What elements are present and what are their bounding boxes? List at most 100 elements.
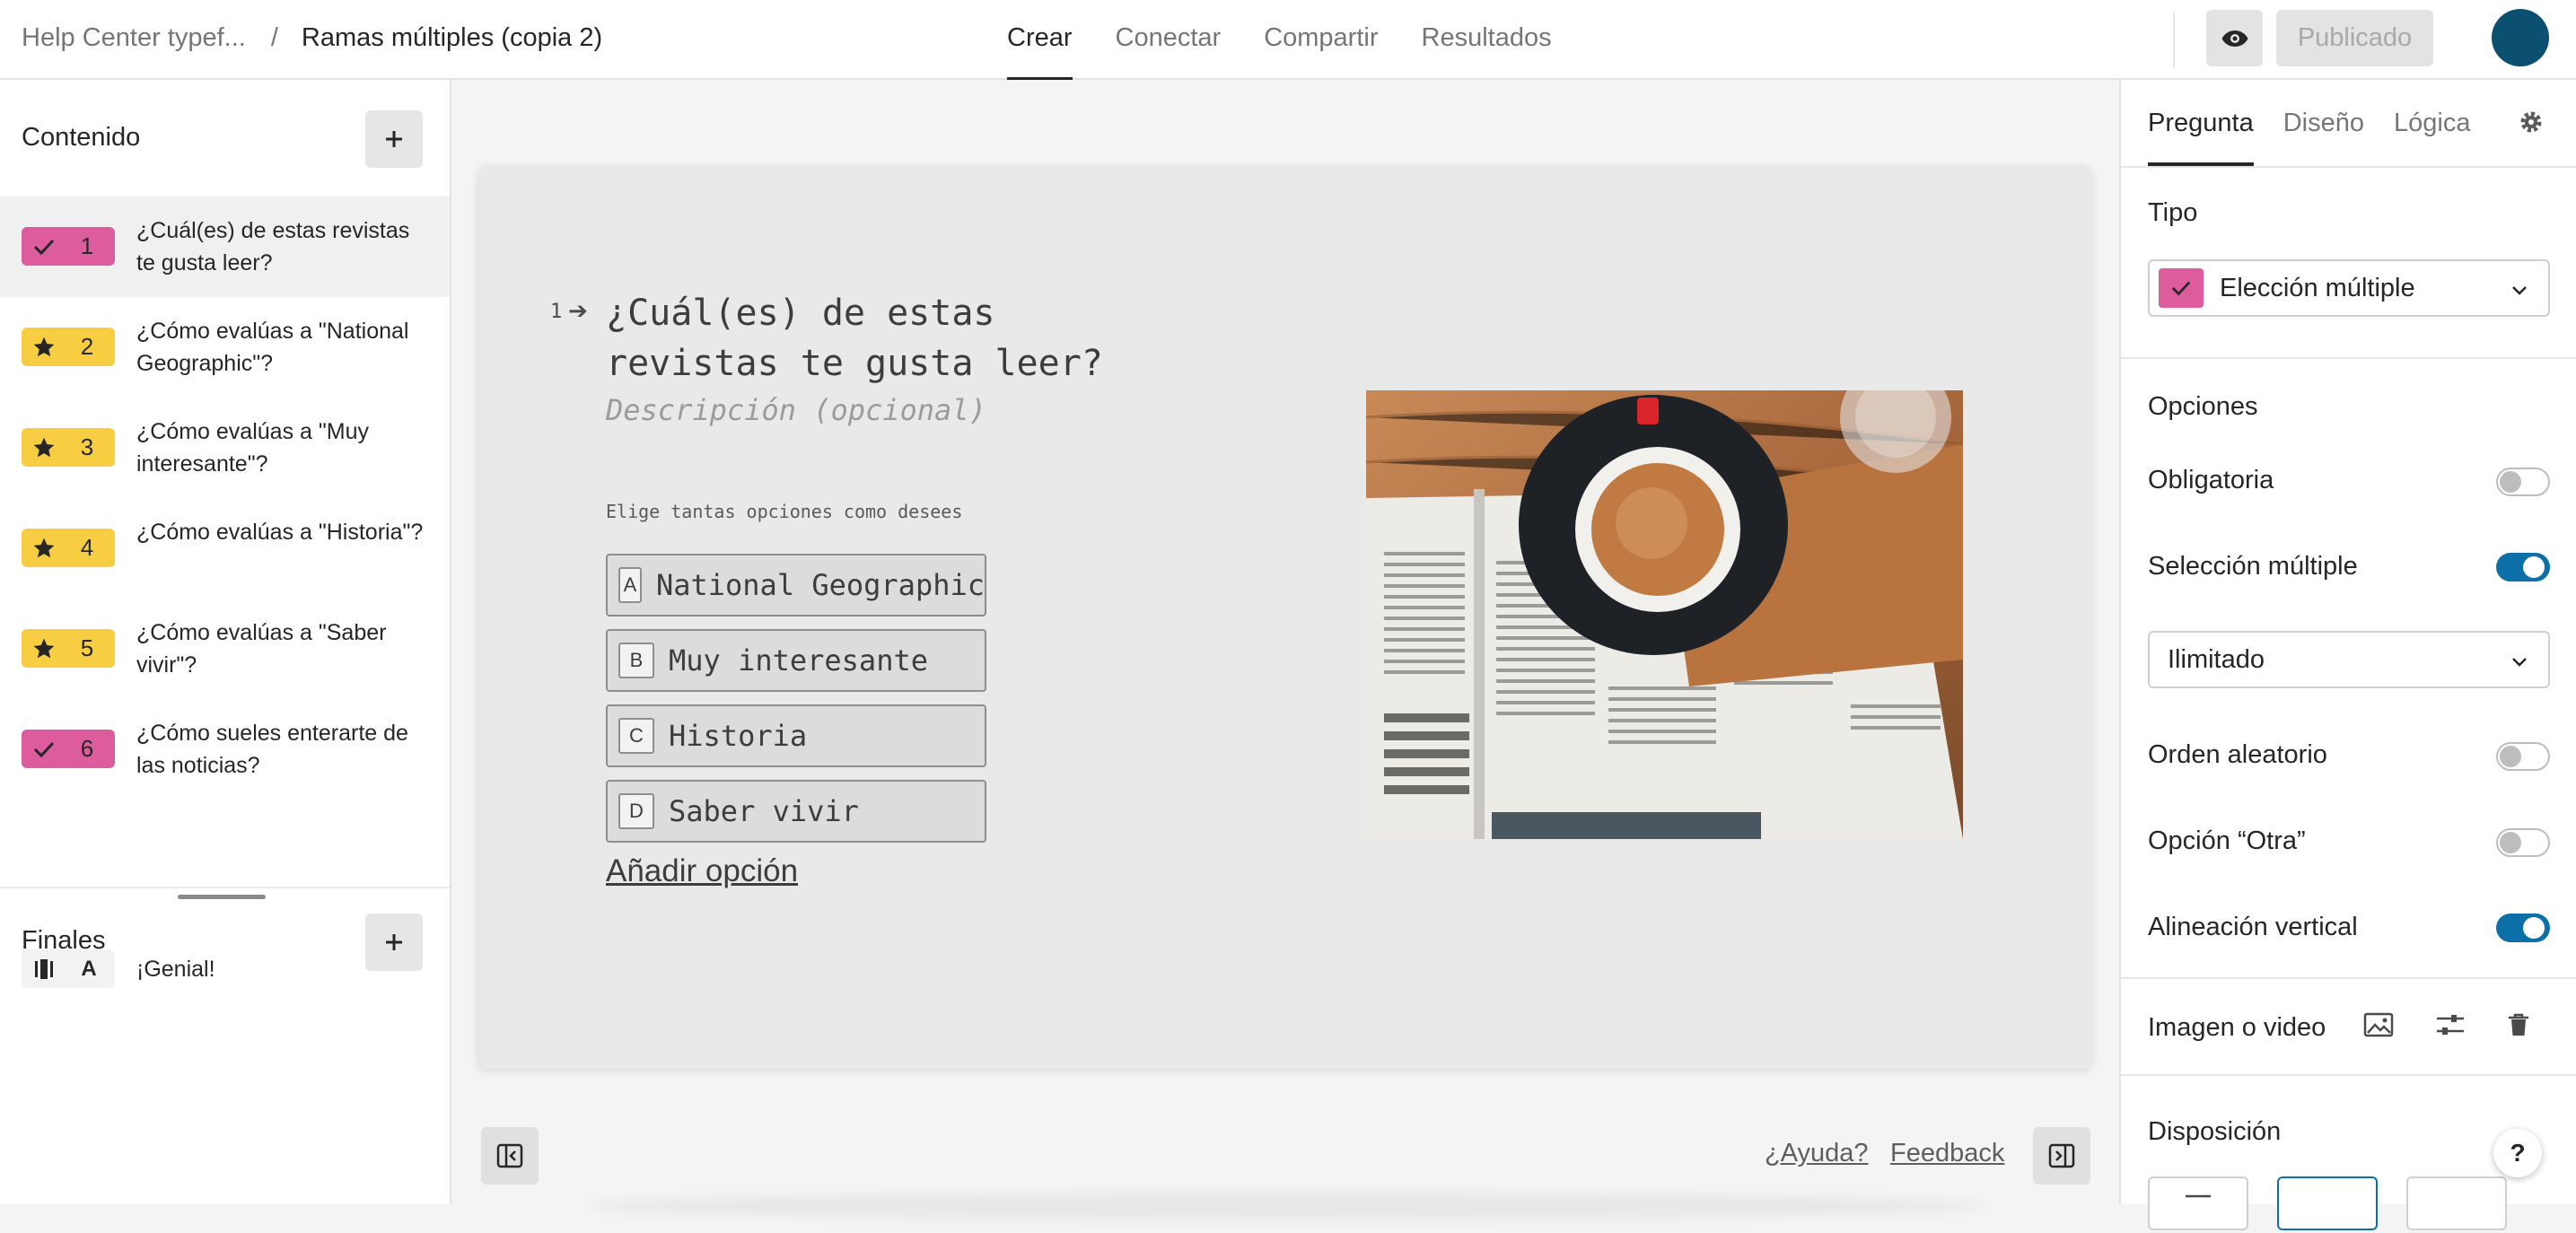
choice-option[interactable]: B Muy interesante: [606, 629, 986, 692]
breadcrumb: Help Center typef... / Ramas múltiples (co…: [22, 22, 602, 54]
question-type-value: Elección múltiple: [2220, 273, 2415, 302]
arrow-right-icon: ➔: [568, 297, 588, 324]
question-number: 6: [80, 735, 94, 762]
question-card: 1 ➔ ¿Cuál(es) de estas revistas te gusta…: [478, 166, 2091, 1069]
question-item[interactable]: 3 ¿Cómo evalúas a "Muy interesante"?: [0, 398, 450, 498]
breadcrumb-form-title[interactable]: Ramas múltiples (copia 2): [302, 23, 602, 52]
add-question-button[interactable]: [365, 110, 423, 168]
sidebar-divider: [0, 887, 450, 888]
tab-resultados[interactable]: Resultados: [1422, 0, 1552, 80]
ending-text[interactable]: ¡Genial!: [136, 953, 215, 985]
question-item[interactable]: 2 ¿Cómo evalúas a "National Geographic"?: [0, 297, 450, 398]
question-number-label: 1: [550, 301, 563, 323]
ending-badge[interactable]: A: [22, 949, 115, 988]
star-icon: [33, 638, 55, 658]
main-nav-tabs: Crear Conectar Compartir Resultados: [1007, 0, 1552, 81]
question-text: ¿Cómo evalúas a "Muy interesante"?: [136, 419, 369, 477]
random-order-toggle[interactable]: [2496, 742, 2550, 771]
question-text: ¿Cómo evalúas a "Historia"?: [136, 520, 424, 545]
question-item[interactable]: 6 ¿Cómo sueles enterarte de las noticias…: [0, 699, 450, 800]
section-divider: [2121, 1074, 2576, 1076]
help-button[interactable]: ?: [2493, 1129, 2542, 1177]
multiple-selection-toggle[interactable]: [2496, 553, 2550, 582]
eye-icon: [2221, 30, 2247, 47]
random-order-label: Orden aleatorio: [2148, 740, 2327, 769]
question-number: 3: [80, 433, 94, 460]
type-label: Tipo: [2148, 198, 2198, 227]
question-title[interactable]: ¿Cuál(es) de estas revistas te gusta lee…: [606, 288, 1180, 389]
star-icon: [33, 538, 55, 557]
feedback-link[interactable]: Feedback: [1890, 1139, 2004, 1168]
question-number: 5: [80, 634, 94, 661]
question-item[interactable]: 5 ¿Cómo evalúas a "Saber vivir"?: [0, 599, 450, 699]
description-placeholder[interactable]: Descripción (opcional): [606, 393, 986, 427]
help-link[interactable]: ¿Ayuda?: [1765, 1139, 1869, 1168]
toggle-left-panel-button[interactable]: [481, 1127, 539, 1185]
toggle-right-panel-button[interactable]: [2033, 1127, 2090, 1185]
media-label: Imagen o video: [2148, 1013, 2326, 1042]
layout-stack-icon: [2186, 1194, 2211, 1198]
user-avatar[interactable]: [2492, 9, 2549, 66]
choice-hint: Elige tantas opciones como desees: [606, 501, 963, 522]
header-divider: [2173, 11, 2175, 68]
plus-icon: [386, 131, 402, 147]
ending-icon: [35, 958, 53, 979]
content-sidebar: Contenido 1 ¿Cuál(es) de estas revistas …: [0, 80, 451, 1204]
selection-limit-select[interactable]: Ilimitado: [2148, 631, 2550, 688]
tabs-divider: [2121, 166, 2576, 168]
question-item[interactable]: 1 ¿Cuál(es) de estas revistas te gusta l…: [0, 197, 450, 297]
question-item[interactable]: 4 ¿Cómo evalúas a "Historia"?: [0, 498, 450, 599]
vertical-alignment-toggle[interactable]: [2496, 914, 2550, 942]
resize-handle[interactable]: [178, 895, 266, 899]
choice-label: Muy interesante: [669, 643, 928, 678]
tab-compartir[interactable]: Compartir: [1264, 0, 1378, 80]
check-icon: [33, 741, 55, 757]
tab-logica[interactable]: Lógica: [2394, 80, 2470, 166]
plus-icon: [386, 934, 402, 950]
trash-icon[interactable]: [2505, 1011, 2532, 1038]
section-divider: [2121, 357, 2576, 359]
layout-option-wallpaper[interactable]: [2406, 1176, 2507, 1230]
rating-badge: 2: [22, 328, 115, 366]
layout-option-split[interactable]: [2277, 1176, 2378, 1230]
image-icon[interactable]: [2363, 1011, 2394, 1038]
content-title: Contenido: [22, 123, 141, 152]
collapse-left-icon: [496, 1143, 523, 1168]
options-label: Opciones: [2148, 392, 2258, 421]
required-toggle[interactable]: [2496, 468, 2550, 496]
top-bar: Help Center typef... / Ramas múltiples (co…: [0, 0, 2576, 81]
section-divider: [2121, 977, 2576, 979]
tab-diseno[interactable]: Diseño: [2283, 80, 2364, 166]
preview-button[interactable]: [2206, 10, 2263, 66]
choice-option[interactable]: C Historia: [606, 704, 986, 767]
tab-pregunta[interactable]: Pregunta: [2148, 80, 2254, 166]
star-icon: [33, 437, 55, 457]
tab-crear[interactable]: Crear: [1007, 0, 1073, 81]
chevron-down-icon: [2512, 286, 2527, 295]
chevron-down-icon: [2512, 658, 2527, 667]
question-number: 2: [80, 333, 94, 360]
check-icon: [2159, 268, 2204, 308]
choice-label: Historia: [669, 719, 808, 753]
sliders-icon[interactable]: [2435, 1011, 2466, 1038]
layout-option-stack[interactable]: [2148, 1176, 2248, 1230]
add-option-link[interactable]: Añadir opción: [606, 853, 798, 889]
question-text: ¿Cómo evalúas a "National Geographic"?: [136, 319, 409, 376]
choice-option[interactable]: A National Geographic: [606, 554, 986, 616]
choice-key: C: [618, 718, 654, 754]
other-option-toggle[interactable]: [2496, 828, 2550, 857]
star-icon: [33, 337, 55, 356]
breadcrumb-workspace[interactable]: Help Center typef...: [22, 23, 246, 52]
question-type-select[interactable]: Elección múltiple: [2148, 259, 2550, 317]
publish-button[interactable]: Publicado: [2276, 10, 2433, 66]
check-icon: [33, 239, 55, 255]
add-ending-button[interactable]: [365, 914, 423, 971]
choice-option[interactable]: D Saber vivir: [606, 780, 986, 843]
rating-badge: 5: [22, 629, 115, 668]
gear-icon[interactable]: [2518, 109, 2545, 140]
question-text: ¿Cómo sueles enterarte de las noticias?: [136, 721, 408, 778]
question-image[interactable]: [1366, 390, 1963, 839]
other-option-label: Opción “Otra”: [2148, 826, 2306, 855]
choice-key: D: [618, 793, 654, 829]
tab-conectar[interactable]: Conectar: [1116, 0, 1222, 80]
